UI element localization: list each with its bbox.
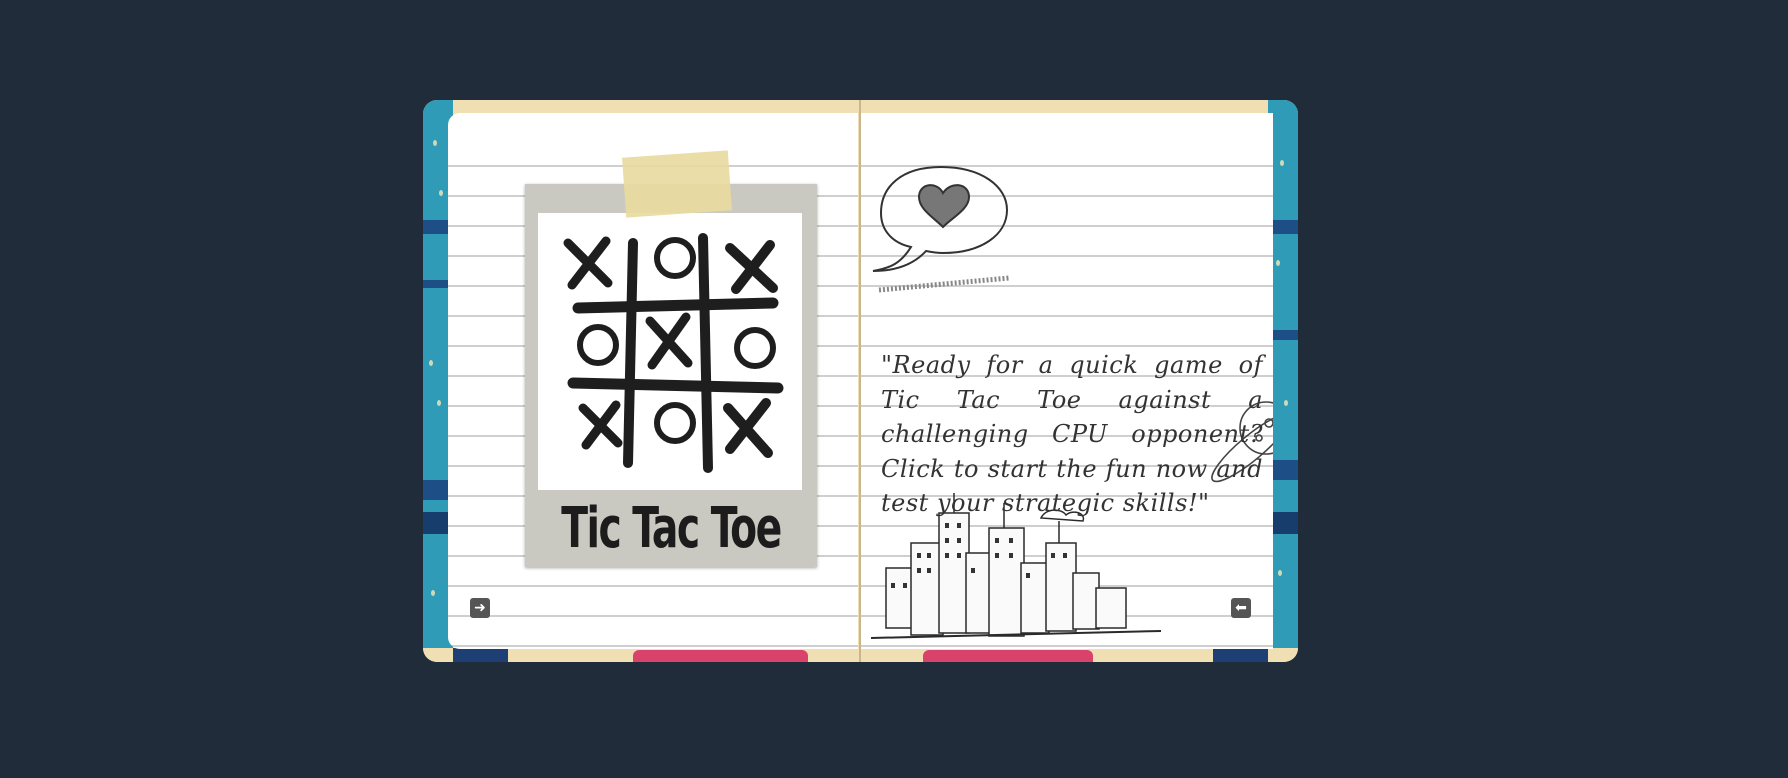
cover-bottom-blue [453, 648, 508, 662]
cover-speck [433, 140, 437, 146]
right-page: "Ready for a quick game of Tic Tac Toe a… [861, 113, 1273, 649]
cover-speck [1278, 570, 1282, 576]
story-text: "Ready for a quick game of Tic Tac Toe a… [881, 351, 1263, 517]
cover-bottom-red [633, 650, 808, 662]
cover-speck [439, 190, 443, 196]
cover-bottom-blue [1213, 648, 1268, 662]
cover-speck [437, 400, 441, 406]
cover-speck [431, 590, 435, 596]
cover-speck [429, 360, 433, 366]
cover-speck [1284, 400, 1288, 406]
tic-tac-toe-illustration [538, 213, 802, 490]
polaroid-photo: Tic Tac Toe [525, 184, 817, 567]
tape-strip [622, 150, 732, 218]
arrow-right-icon: ➜ [474, 600, 486, 616]
cover-speck [1276, 260, 1280, 266]
next-page-button[interactable]: ➜ [470, 598, 490, 618]
arrow-left-icon: ⬅ [1235, 600, 1247, 616]
heart-speech-bubble-icon [872, 165, 1010, 293]
left-page: Tic Tac Toe ➜ [448, 113, 858, 649]
cover-bottom-red [923, 650, 1093, 662]
polaroid-caption: Tic Tac Toe [561, 496, 782, 561]
previous-page-button[interactable]: ⬅ [1231, 598, 1251, 618]
tic-tac-toe-grid-icon [563, 233, 784, 473]
cover-speck [1280, 160, 1284, 166]
notebook: Tic Tac Toe ➜ "Ready for a quick game of… [423, 100, 1298, 662]
